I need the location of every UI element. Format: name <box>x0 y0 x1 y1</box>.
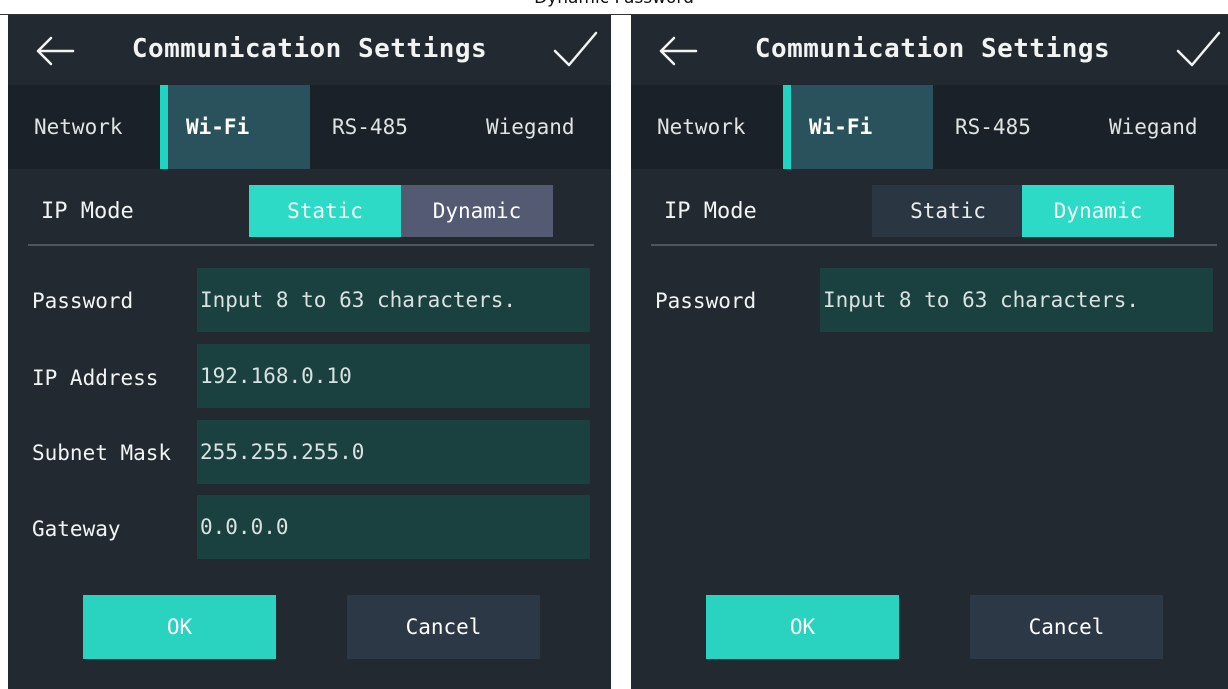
tab-label: RS-485 <box>955 115 1031 139</box>
subnet-mask-field[interactable]: 255.255.255.0 <box>197 420 590 484</box>
tab-label: Network <box>657 115 746 139</box>
ok-button[interactable]: OK <box>83 595 276 659</box>
ip-mode-dynamic-option[interactable]: Dynamic <box>401 185 553 237</box>
gateway-field[interactable]: 0.0.0.0 <box>197 495 590 559</box>
top-caption: Dynamic Password <box>0 0 1228 15</box>
divider <box>28 244 594 246</box>
ip-address-field[interactable]: 192.168.0.10 <box>197 344 590 408</box>
tab-label: Wiegand <box>486 115 575 139</box>
communication-settings-dynamic: Communication Settings Network Wi-Fi RS-… <box>631 15 1228 689</box>
tab-wifi[interactable]: Wi-Fi <box>783 85 933 169</box>
checkmark-icon <box>1176 31 1221 67</box>
cancel-button[interactable]: Cancel <box>347 595 540 659</box>
tab-label: RS-485 <box>332 115 408 139</box>
caption-text: Dynamic Password <box>0 0 1228 8</box>
tab-network[interactable]: Network <box>8 85 158 169</box>
password-label: Password <box>32 289 134 313</box>
tab-bar: Network Wi-Fi RS-485 Wiegand <box>8 85 611 169</box>
subnet-mask-label: Subnet Mask <box>32 441 172 465</box>
password-field[interactable]: Input 8 to 63 characters. <box>820 268 1213 332</box>
tab-label: Wi-Fi <box>186 115 250 139</box>
header: Communication Settings <box>8 15 611 85</box>
page-title: Communication Settings <box>131 34 488 64</box>
header: Communication Settings <box>631 15 1228 85</box>
ip-mode-static-option[interactable]: Static <box>872 185 1024 237</box>
tab-label: Wiegand <box>1109 115 1198 139</box>
tab-label: Network <box>34 115 123 139</box>
ip-mode-label: IP Mode <box>41 199 134 224</box>
tab-rs485[interactable]: RS-485 <box>310 85 460 169</box>
cancel-button[interactable]: Cancel <box>970 595 1163 659</box>
tab-rs485[interactable]: RS-485 <box>933 85 1083 169</box>
tab-wiegand[interactable]: Wiegand <box>460 85 611 169</box>
ok-button[interactable]: OK <box>706 595 899 659</box>
communication-settings-static: Communication Settings Network Wi-Fi RS-… <box>8 15 611 689</box>
tab-wiegand[interactable]: Wiegand <box>1083 85 1228 169</box>
checkmark-icon <box>553 31 598 67</box>
page-title: Communication Settings <box>754 34 1111 64</box>
divider <box>651 244 1217 246</box>
tab-wifi[interactable]: Wi-Fi <box>160 85 310 169</box>
ip-address-label: IP Address <box>32 366 159 390</box>
gateway-label: Gateway <box>32 517 121 541</box>
ip-mode-static-option[interactable]: Static <box>249 185 401 237</box>
password-label: Password <box>655 289 757 313</box>
confirm-button[interactable] <box>1174 27 1222 73</box>
confirm-button[interactable] <box>551 27 599 73</box>
password-field[interactable]: Input 8 to 63 characters. <box>197 268 590 332</box>
tab-network[interactable]: Network <box>631 85 781 169</box>
ip-mode-dynamic-option[interactable]: Dynamic <box>1022 185 1174 237</box>
tab-bar: Network Wi-Fi RS-485 Wiegand <box>631 85 1228 169</box>
ip-mode-label: IP Mode <box>664 199 757 224</box>
tab-label: Wi-Fi <box>809 115 873 139</box>
